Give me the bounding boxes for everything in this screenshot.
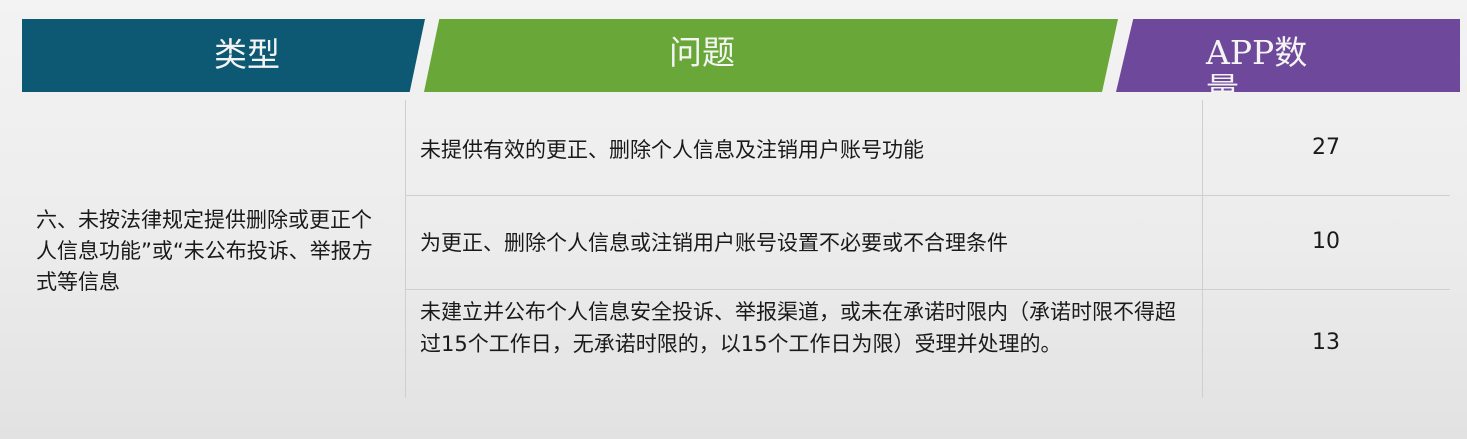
category-cell: 六、未按法律规定提供删除或更正个人信息功能”或“未公布投诉、举报方式等信息	[36, 208, 373, 294]
divider-horizontal-2	[405, 289, 1450, 290]
column-header-type: 类型	[22, 19, 425, 92]
table-row-3-count: 13	[1312, 330, 1340, 355]
column-header-issue-label: 问题	[669, 33, 735, 72]
column-header-app-count-label: APP数量	[1206, 33, 1308, 109]
table-row-1-issue: 未提供有效的更正、删除个人信息及注销用户账号功能	[420, 138, 924, 162]
table-row-2-count: 10	[1312, 229, 1340, 254]
column-header-app-count: APP数量	[1116, 19, 1460, 92]
column-header-issue: 问题	[424, 19, 1118, 92]
table-row-3-issue: 未建立并公布个人信息安全投诉、举报渠道，或未在承诺时限内（承诺时限不得超过15个…	[420, 300, 1176, 356]
divider-vertical-right	[1202, 100, 1203, 398]
table-row-1-count: 27	[1312, 135, 1340, 160]
divider-horizontal-1	[405, 195, 1450, 196]
column-header-type-label: 类型	[214, 35, 280, 74]
divider-vertical-left	[405, 100, 406, 398]
table-row-2-issue: 为更正、删除个人信息或注销用户账号设置不必要或不合理条件	[420, 231, 1008, 255]
